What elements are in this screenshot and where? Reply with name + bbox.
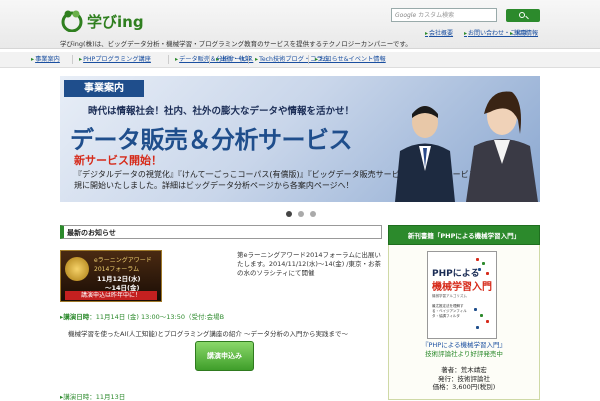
award-banner[interactable]: eラーニングアワード 2014フォーラム 11月12日(水) 〜14日(金) 講… <box>60 250 162 302</box>
hero-banner[interactable]: 事業案内 時代は情報社会！社内、社外の膨大なデータや情報を活かせ！ データ販売＆… <box>60 76 540 202</box>
book-link[interactable]: 『PHPによる機械学習入門』 技術評論社より好評発売中 <box>390 341 538 359</box>
news-section-title: 最新のお知らせ <box>60 225 382 239</box>
site-tagline: 学びing(株)は、ビッグデータ分析・機械学習・プログラミング教育のサービスを提… <box>60 40 412 48</box>
businesswoman-image <box>466 91 538 202</box>
search-placeholder: カスタム検索 <box>418 12 455 19</box>
book-cover[interactable]: PHPによる 機械学習入門 機械学習アルゴリズム 最尤推定法を理解する・ベイジア… <box>427 251 497 339</box>
banner-tag: 事業案内 <box>64 80 144 97</box>
toplink-company[interactable]: 会社概要 <box>425 28 453 37</box>
nav-item-news[interactable]: お知らせ&イベント情報 <box>315 54 386 63</box>
book-blurb: 最尤推定法を理解する・ベイジアンフィルタ・協調フィルタ <box>432 304 467 318</box>
banner-new-label: 新サービス開始！ <box>74 154 162 167</box>
nav-item-php[interactable]: PHPプログラミング講座 <box>79 54 151 63</box>
site-header: 学びing 学びing(株)は、ビッグデータ分析・機械学習・プログラミング教育の… <box>0 0 600 49</box>
businessman-image <box>395 106 455 202</box>
search-icon <box>519 12 525 18</box>
sidebar-header: 新刊書籍「PHPによる機械学習入門」 <box>388 225 540 245</box>
nav-item-business[interactable]: 事業案内 <box>31 54 60 63</box>
news-item-text: 第eラーニングアワード2014フォーラムに出展いたします。2014/11/12(… <box>237 251 381 277</box>
search-button[interactable] <box>506 9 540 22</box>
logo-text: 学びing <box>87 13 144 31</box>
search-input[interactable]: Google カスタム検索 <box>391 8 497 22</box>
carousel-dot-3[interactable] <box>310 211 316 217</box>
search-prefix: Google <box>395 12 417 19</box>
book-info: 著者：荒木靖宏 発行：技術評論社 価格：3,600円(税別) <box>432 366 496 391</box>
carousel-dot-2[interactable] <box>298 211 304 217</box>
medal-icon <box>65 257 89 281</box>
book-subtitle: 機械学習アルゴリズム <box>432 294 467 298</box>
apply-button[interactable]: 講演申込み <box>195 341 254 371</box>
banner-lead: 時代は情報社会！社内、社外の膨大なデータや情報を活かせ！ <box>88 106 355 117</box>
main-nav: 事業案内 PHPプログラミング講座 データ販売＆分析サービス 出版・執筆 Tec… <box>0 52 600 68</box>
nav-item-publish[interactable]: 出版・執筆 <box>216 54 251 63</box>
banner-title: データ販売＆分析サービス <box>70 126 353 154</box>
event-description: 機械学習を使ったAI(人工知能)とプログラミング講座の紹介 〜データ分析の入門か… <box>68 330 349 338</box>
book-title-2: 機械学習入門 <box>432 282 492 293</box>
site-logo[interactable]: 学びing <box>60 8 170 34</box>
logo-mark-icon <box>61 10 83 33</box>
toplink-recruit[interactable]: 採用情報 <box>510 28 538 37</box>
carousel-dot-1[interactable] <box>286 211 292 217</box>
event-time: ▸講演日時：11月14日 (金) 13:00〜13:50（受付:会場B <box>60 313 225 321</box>
